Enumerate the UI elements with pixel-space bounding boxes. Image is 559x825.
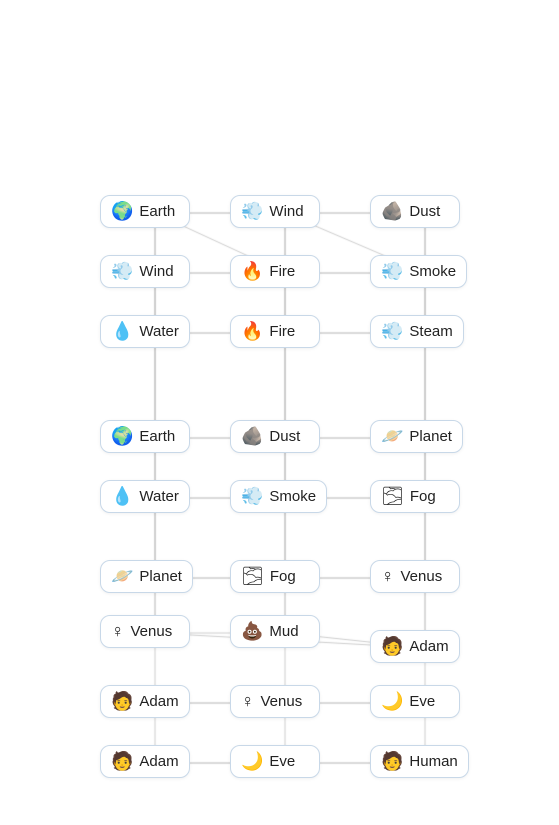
- element-node-wind[interactable]: 💨 Wind: [100, 255, 190, 288]
- element-node-water[interactable]: 💧 Water: [100, 480, 190, 513]
- element-label: Eve: [409, 693, 435, 710]
- element-node-earth[interactable]: 🌍 Earth: [100, 420, 190, 453]
- element-label: Human: [409, 753, 457, 770]
- element-node-venus[interactable]: ♀ Venus: [370, 560, 460, 593]
- element-node-adam[interactable]: 🧑 Adam: [100, 745, 190, 778]
- element-icon: 🌍: [111, 426, 133, 447]
- element-label: Earth: [139, 428, 175, 445]
- element-label: Planet: [139, 568, 182, 585]
- element-icon: 🧑: [381, 751, 403, 772]
- element-icon: 🧑: [381, 636, 403, 657]
- element-label: Steam: [409, 323, 452, 340]
- element-node-water[interactable]: 💧 Water: [100, 315, 190, 348]
- element-label: Water: [139, 323, 178, 340]
- element-label: Venus: [261, 693, 303, 710]
- element-icon: 💩: [241, 621, 263, 642]
- element-icon: 💨: [381, 261, 403, 282]
- element-node-mud[interactable]: 💩 Mud: [230, 615, 320, 648]
- element-icon: 🌍: [111, 201, 133, 222]
- element-node-fog[interactable]: 🌫 Fog: [370, 480, 460, 513]
- element-label: Smoke: [269, 488, 316, 505]
- element-icon: 🌫: [241, 566, 264, 587]
- element-node-venus[interactable]: ♀ Venus: [230, 685, 320, 718]
- element-node-planet[interactable]: 🪐 Planet: [100, 560, 193, 593]
- element-icon: 💨: [381, 321, 403, 342]
- element-icon: 🪨: [241, 426, 263, 447]
- element-node-smoke[interactable]: 💨 Smoke: [230, 480, 327, 513]
- element-label: Fire: [269, 323, 295, 340]
- element-icon: 🪨: [381, 201, 403, 222]
- element-icon: 🌙: [381, 691, 403, 712]
- element-label: Adam: [139, 753, 178, 770]
- element-label: Earth: [139, 203, 175, 220]
- element-node-fire[interactable]: 🔥 Fire: [230, 255, 320, 288]
- element-label: Water: [139, 488, 178, 505]
- element-node-dust[interactable]: 🪨 Dust: [230, 420, 320, 453]
- element-label: Fire: [269, 263, 295, 280]
- element-icon: 💨: [241, 201, 263, 222]
- element-label: Dust: [409, 203, 440, 220]
- nodes-container: 🌍 Earth 💨 Wind 🪨 Dust 💨 Wind 🔥 Fire 💨 Smoke 💧 Water 🔥 F…: [0, 0, 559, 825]
- element-label: Wind: [269, 203, 303, 220]
- element-icon: 🌙: [241, 751, 263, 772]
- element-node-planet[interactable]: 🪐 Planet: [370, 420, 463, 453]
- element-icon: ♀: [381, 566, 395, 587]
- element-label: Fog: [410, 488, 436, 505]
- element-icon: ♀: [111, 621, 125, 642]
- element-label: Dust: [269, 428, 300, 445]
- element-icon: ♀: [241, 691, 255, 712]
- element-node-adam[interactable]: 🧑 Adam: [370, 630, 460, 663]
- element-icon: 🧑: [111, 691, 133, 712]
- element-node-eve[interactable]: 🌙 Eve: [370, 685, 460, 718]
- element-node-smoke[interactable]: 💨 Smoke: [370, 255, 467, 288]
- element-icon: 🪐: [381, 426, 403, 447]
- element-label: Venus: [131, 623, 173, 640]
- element-icon: 🧑: [111, 751, 133, 772]
- element-icon: 🔥: [241, 321, 263, 342]
- element-icon: 💨: [241, 486, 263, 507]
- element-node-adam[interactable]: 🧑 Adam: [100, 685, 190, 718]
- element-icon: 💧: [111, 321, 133, 342]
- element-label: Mud: [269, 623, 298, 640]
- element-label: Smoke: [409, 263, 456, 280]
- element-icon: 💧: [111, 486, 133, 507]
- element-node-wind[interactable]: 💨 Wind: [230, 195, 320, 228]
- element-icon: 🌫: [381, 486, 404, 507]
- element-node-steam[interactable]: 💨 Steam: [370, 315, 464, 348]
- element-label: Wind: [139, 263, 173, 280]
- element-node-dust[interactable]: 🪨 Dust: [370, 195, 460, 228]
- element-label: Venus: [401, 568, 443, 585]
- element-label: Planet: [409, 428, 452, 445]
- element-node-eve[interactable]: 🌙 Eve: [230, 745, 320, 778]
- element-icon: 🔥: [241, 261, 263, 282]
- element-node-earth[interactable]: 🌍 Earth: [100, 195, 190, 228]
- element-node-fire[interactable]: 🔥 Fire: [230, 315, 320, 348]
- element-node-fog[interactable]: 🌫 Fog: [230, 560, 320, 593]
- element-label: Adam: [139, 693, 178, 710]
- element-icon: 🪐: [111, 566, 133, 587]
- element-icon: 💨: [111, 261, 133, 282]
- element-label: Fog: [270, 568, 296, 585]
- element-node-venus[interactable]: ♀ Venus: [100, 615, 190, 648]
- element-label: Eve: [269, 753, 295, 770]
- element-node-human[interactable]: 🧑 Human: [370, 745, 469, 778]
- element-label: Adam: [409, 638, 448, 655]
